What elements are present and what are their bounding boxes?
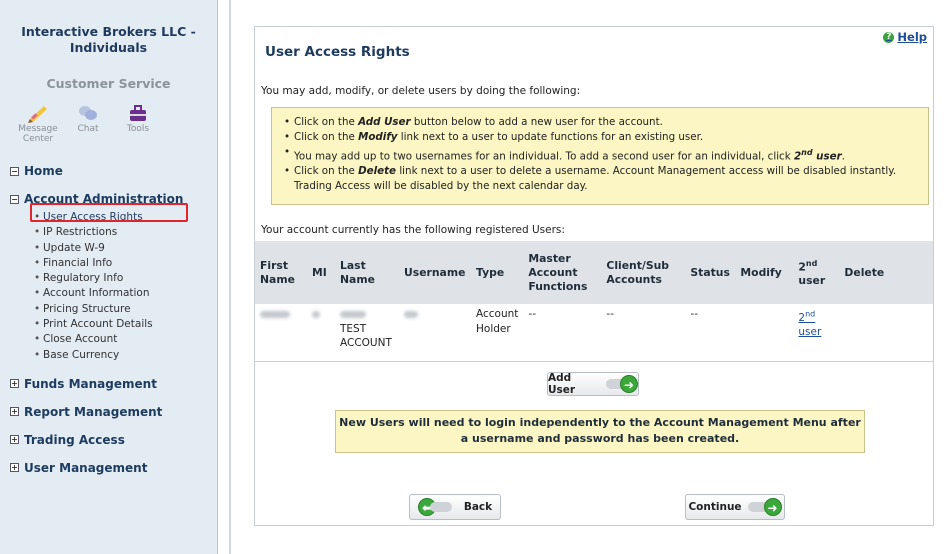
sidebar-item-funds-management[interactable]: + Funds Management [10,377,217,391]
sidebar-item-label: Account Administration [24,192,184,206]
sidebar-item-label: User Management [24,460,148,475]
column-header-status: Status [685,241,736,304]
sidebar-item-label: Funds Management [24,376,157,391]
sidebar-item-update-w9[interactable]: Update W-9 [34,241,217,257]
add-user-button[interactable]: Add User ➜ [547,372,639,396]
column-header-last-name: Last Name [335,241,399,304]
sidebar-item-label: Trading Access [24,432,125,447]
back-arrow-icon: ⬅ [417,498,452,516]
tools-label: Tools [126,124,150,134]
cell-last-name: TEST ACCOUNT [335,304,399,362]
sidebar-item-home[interactable]: − Home [10,164,217,178]
sidebar-item-pricing-structure[interactable]: Pricing Structure [34,302,217,318]
back-button[interactable]: ⬅ Back [409,494,501,520]
customer-service-heading: Customer Service [46,76,171,91]
cell-status: -- [685,304,736,362]
cell-second-user: 2nd user [793,304,840,362]
expand-icon[interactable]: + [10,463,19,473]
tools-button[interactable]: Tools [118,103,158,144]
collapse-icon[interactable]: − [10,166,19,176]
sidebar-item-label: Home [24,164,63,178]
continue-arrow-icon: ➜ [747,498,782,516]
registered-users-caption: Your account currently has the following… [261,224,565,236]
page-title: User Access Rights [265,44,410,60]
column-header-master-account-functions: Master Account Functions [523,241,602,304]
instructions-box: Click on the Add User button below to ad… [271,107,929,205]
sidebar-item-account-information[interactable]: Account Information [34,286,217,302]
sidebar-item-user-access-rights[interactable]: User Access Rights [34,210,217,226]
table-header-row: First Name MI Last Name Username Type Ma… [255,241,933,304]
table-row: TEST ACCOUNT Account Holder -- -- -- 2nd u… [255,304,933,362]
sidebar-nav: − Home − Account Administration User Acc… [10,164,217,475]
collapse-icon[interactable]: − [10,194,19,204]
cell-username [399,304,471,362]
customer-service-icons: Message Center Chat Tools [18,103,217,144]
sidebar-item-trading-access[interactable]: + Trading Access [10,433,217,447]
firm-name-line1: Interactive Brokers LLC - [21,24,196,39]
message-center-button[interactable]: Message Center [18,103,58,144]
sidebar-item-report-management[interactable]: + Report Management [10,405,217,419]
new-user-warning: New Users will need to login independent… [335,410,865,453]
sidebar-item-account-administration[interactable]: − Account Administration [10,192,217,206]
chat-button[interactable]: Chat [68,103,108,144]
sidebar-item-close-account[interactable]: Close Account [34,332,217,348]
instruction-item: You may add up to two usernames for an i… [284,145,918,164]
go-arrow-icon: ➜ [605,375,638,393]
sidebar-item-financial-info[interactable]: Financial Info [34,256,217,272]
instruction-item: Click on the Add User button below to ad… [284,115,918,130]
intro-text: You may add, modify, or delete users by … [261,85,581,97]
sidebar-item-label: Report Management [24,404,163,419]
continue-button[interactable]: Continue ➜ [685,494,785,520]
divider [229,0,231,554]
help-label: Help [897,30,927,44]
message-center-icon [28,106,47,123]
cell-delete [839,304,933,362]
chat-label: Chat [77,124,99,134]
column-header-type: Type [471,241,524,304]
help-icon: ? [883,31,895,43]
instruction-item: Click on the Modify link next to a user … [284,130,918,145]
continue-label: Continue [688,501,742,513]
column-header-mi: MI [307,241,335,304]
expand-icon[interactable]: + [10,407,19,417]
cell-mi [307,304,335,362]
column-header-client-sub-accounts: Client/Sub Accounts [601,241,686,304]
cell-master-account-functions: -- [523,304,602,362]
users-table: First Name MI Last Name Username Type Ma… [255,241,933,362]
firm-name: Interactive Brokers LLC - Individuals [0,24,217,56]
firm-name-line2: Individuals [69,40,148,55]
cell-client-sub-accounts: -- [601,304,686,362]
column-header-second-user: 2nd user [793,241,840,304]
sidebar-item-user-management[interactable]: + User Management [10,461,217,475]
cell-first-name [255,304,307,362]
tools-icon [130,105,146,121]
expand-icon[interactable]: + [10,379,19,389]
sidebar-item-ip-restrictions[interactable]: IP Restrictions [34,225,217,241]
column-header-modify: Modify [735,241,794,304]
account-administration-submenu: User Access Rights IP Restrictions Updat… [34,210,217,363]
sidebar-item-base-currency[interactable]: Base Currency [34,348,217,364]
help-link[interactable]: ? Help [883,30,927,44]
back-label: Back [463,501,493,513]
add-user-label: Add User [548,372,576,396]
column-header-first-name: First Name [255,241,307,304]
add-second-user-link[interactable]: 2nd user [798,309,821,338]
cell-modify [735,304,794,362]
message-center-label: Message Center [18,124,58,144]
chat-icon [79,106,97,120]
sidebar-item-regulatory-info[interactable]: Regulatory Info [34,271,217,287]
column-header-username: Username [399,241,471,304]
cell-type: Account Holder [471,304,524,362]
main-panel: ? Help User Access Rights You may add, m… [254,26,934,526]
sidebar-item-print-account-details[interactable]: Print Account Details [34,317,217,333]
expand-icon[interactable]: + [10,435,19,445]
instruction-item: Click on the Delete link next to a user … [284,164,918,194]
column-header-delete: Delete [839,241,933,304]
sidebar: Interactive Brokers LLC - Individuals Cu… [0,0,218,554]
